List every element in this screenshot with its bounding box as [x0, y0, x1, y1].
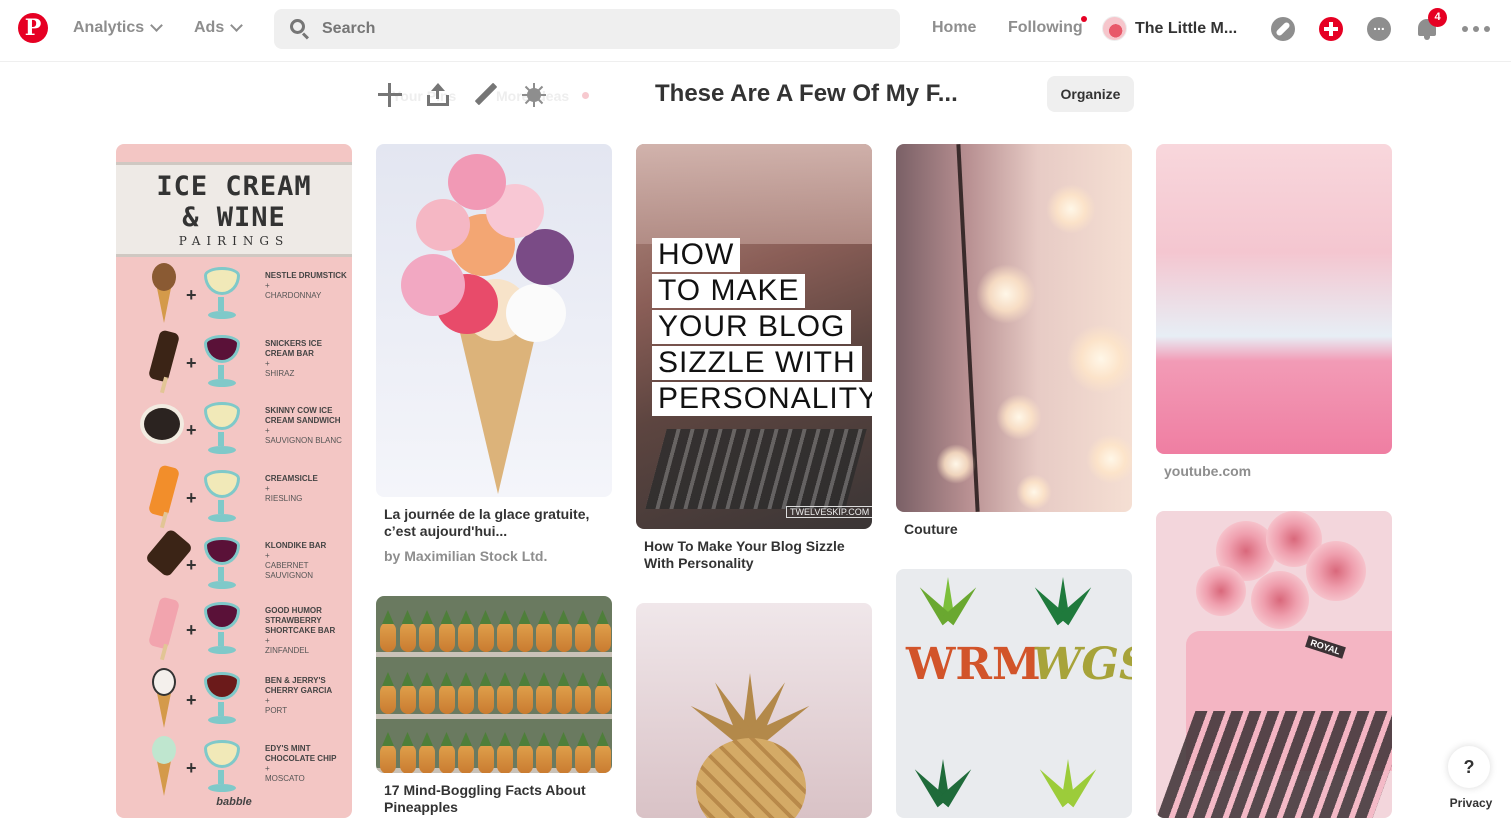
blog-watermark: TWELVESKIP.COM	[786, 506, 872, 518]
pairing-row: + SNICKERS ICE CREAM BAR + SHIRAZ	[116, 327, 352, 397]
pairing-row: + NESTLE DRUMSTICK + CHARDONNAY	[116, 259, 352, 329]
pin-source[interactable]: youtube.com	[1164, 463, 1251, 479]
pin-icecream-cone-image[interactable]	[376, 144, 612, 497]
share-icon[interactable]	[425, 82, 451, 108]
add-pin-icon[interactable]	[377, 82, 403, 108]
pin-gold-pineapple-image[interactable]	[636, 603, 872, 818]
home-link[interactable]: Home	[932, 19, 976, 37]
blog-line: SIZZLE WITH	[652, 346, 862, 380]
pin-pink-sky-image[interactable]	[1156, 144, 1392, 454]
notification-badge: 4	[1428, 8, 1447, 27]
pin-pink-typewriter-image[interactable]: ROYAL	[1156, 511, 1392, 818]
more-ideas-dot	[582, 92, 589, 99]
pin-caption[interactable]: 17 Mind-Boggling Facts About Pineapples	[384, 782, 604, 816]
pinterest-logo-icon[interactable]: P	[18, 13, 48, 43]
following-notification-dot	[1081, 16, 1087, 22]
following-link[interactable]: Following	[1008, 19, 1083, 37]
create-plus-icon[interactable]	[1319, 17, 1343, 41]
search-input[interactable]	[322, 20, 862, 38]
pairing-row: + GOOD HUMOR STRAWBERRY SHORTCAKE BAR + ZI…	[116, 594, 352, 664]
blog-line: HOW	[652, 238, 741, 272]
pin-pineapples-image[interactable]	[376, 596, 612, 773]
blog-line: TO MAKE	[652, 274, 806, 308]
blog-line: PERSONALITY	[652, 382, 872, 416]
pin-blog-sizzle-image[interactable]: HOW TO MAKE YOUR BLOG SIZZLE WITH PERSON…	[636, 144, 872, 529]
pairing-row: + CREAMSICLE + RIESLING	[116, 462, 352, 532]
board-title: These Are A Few Of My F...	[655, 80, 958, 107]
chevron-down-icon	[230, 19, 244, 32]
profile-link[interactable]: The Little M...	[1102, 16, 1237, 41]
privacy-link[interactable]: Privacy	[1442, 794, 1500, 814]
pairing-row: + KLONDIKE BAR + CABERNET SAUVIGNON	[116, 528, 352, 599]
chevron-down-icon	[150, 19, 164, 32]
pairing-row: + SKINNY COW ICE CREAM SANDWICH + SAUVIGNO…	[116, 394, 352, 464]
infographic-title-line1: ICE CREAM	[156, 171, 312, 202]
messages-icon[interactable]	[1367, 17, 1391, 41]
organize-button[interactable]: Organize	[1047, 76, 1134, 112]
help-button[interactable]: ?	[1448, 746, 1490, 788]
analytics-dropdown[interactable]: Analytics	[73, 19, 164, 37]
edit-pencil-icon[interactable]	[473, 82, 499, 108]
pin-fairy-lights-image[interactable]	[896, 144, 1132, 512]
pin-caption[interactable]: Couture	[904, 521, 958, 538]
pin-caption[interactable]: How To Make Your Blog Sizzle With Person…	[644, 538, 864, 572]
pin-icecream-wine-infographic[interactable]: ICE CREAM & WINE PAIRINGS + NESTLE DRUMS…	[116, 144, 352, 818]
more-options-icon[interactable]	[1462, 22, 1490, 36]
logo-letter: P	[24, 15, 42, 41]
avatar	[1102, 16, 1127, 41]
pairing-row: + EDY'S MINT CHOCOLATE CHIP + MOSCATO	[116, 732, 352, 802]
infographic-brand: babble	[216, 796, 252, 808]
ads-dropdown[interactable]: Ads	[194, 19, 244, 37]
search-bar	[274, 9, 900, 49]
infographic-title-line2: & WINE	[182, 202, 286, 233]
ads-label: Ads	[194, 19, 225, 36]
settings-gear-icon[interactable]	[521, 82, 547, 108]
pin-caption[interactable]: La journée de la glace gratuite, c’est a…	[384, 506, 604, 540]
monogram-right: WGS	[1032, 639, 1132, 690]
infographic-subtitle: PAIRINGS	[178, 234, 290, 248]
pin-source[interactable]: by Maximilian Stock Ltd.	[384, 548, 547, 564]
search-icon	[290, 19, 310, 40]
analytics-label: Analytics	[73, 19, 145, 36]
pairing-row: + BEN & JERRY'S CHERRY GARCIA + PORT	[116, 664, 352, 734]
blog-line: YOUR BLOG	[652, 310, 852, 344]
profile-name: The Little M...	[1135, 19, 1238, 37]
compass-icon[interactable]	[1271, 17, 1295, 41]
pin-monogram-image[interactable]: WRM WGS	[896, 569, 1132, 818]
top-nav-bar: P Analytics Ads Home Following The Littl…	[0, 0, 1511, 62]
monogram-left: WRM	[906, 639, 1041, 690]
